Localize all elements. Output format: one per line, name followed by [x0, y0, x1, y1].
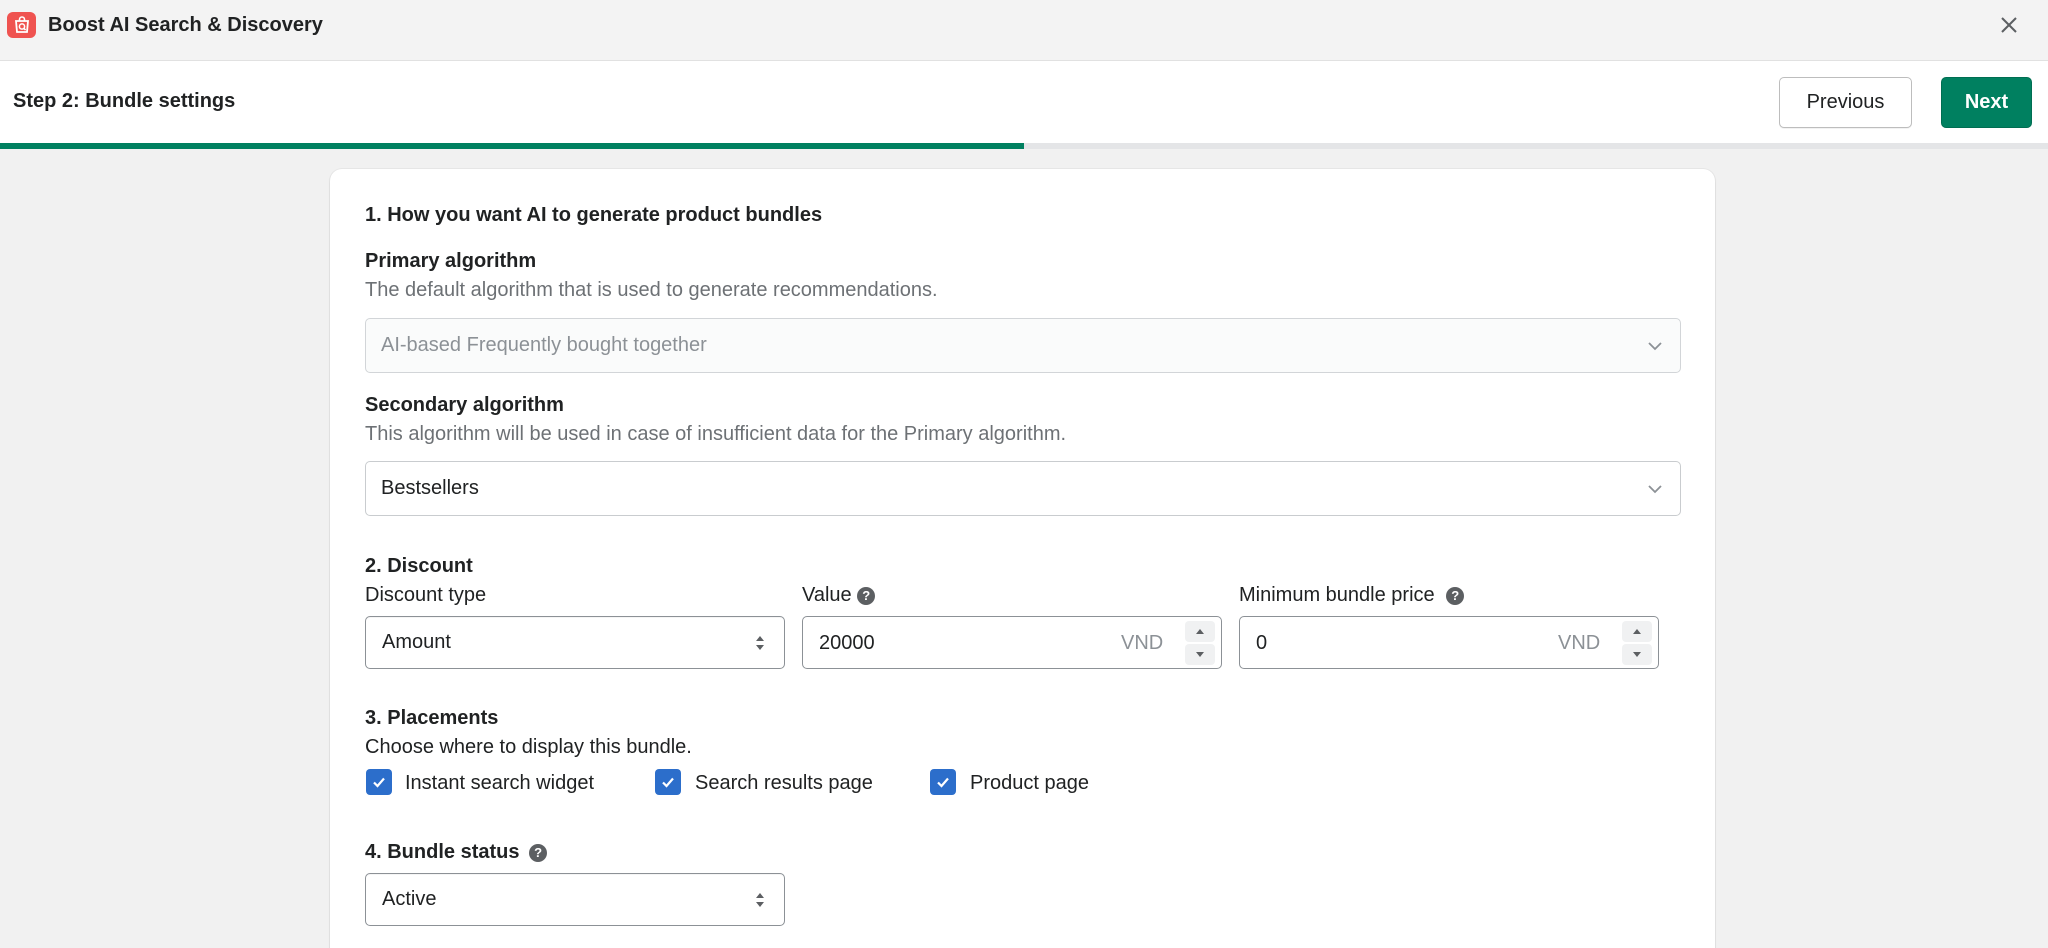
- app-titlebar: Boost AI Search & Discovery: [0, 0, 2048, 61]
- chevron-down-icon: [1648, 485, 1662, 494]
- decrement-icon[interactable]: [1622, 644, 1652, 665]
- step-title: Step 2: Bundle settings: [13, 90, 236, 112]
- discount-value-suffix: VND: [1121, 632, 1164, 654]
- increment-icon[interactable]: [1622, 621, 1652, 642]
- progress-fill: [0, 143, 1024, 149]
- primary-algorithm-help: The default algorithm that is used to ge…: [365, 279, 938, 301]
- checkbox-instant-search-widget[interactable]: [366, 769, 392, 795]
- min-price-label-row: Minimum bundle price ?: [1239, 584, 1465, 607]
- section-heading-placements: 3. Placements: [365, 707, 499, 729]
- checkmark-icon: [937, 777, 949, 788]
- value-label-row: Value ?: [802, 584, 876, 607]
- discount-type-select[interactable]: Amount: [365, 616, 785, 669]
- min-bundle-price-input[interactable]: 0 VND: [1239, 616, 1659, 669]
- secondary-algorithm-value: Bestsellers: [381, 477, 479, 499]
- discount-value-input[interactable]: 20000 VND: [802, 616, 1222, 669]
- increment-icon[interactable]: [1185, 621, 1215, 642]
- help-icon[interactable]: ?: [529, 843, 548, 862]
- app-title: Boost AI Search & Discovery: [48, 14, 323, 36]
- product-page-label[interactable]: Product page: [970, 772, 1089, 795]
- placements-help: Choose where to display this bundle.: [365, 736, 692, 758]
- step-header: Step 2: Bundle settings Previous Next: [0, 61, 2048, 144]
- instant-search-widget-label[interactable]: Instant search widget: [405, 772, 594, 795]
- help-icon[interactable]: ?: [1446, 586, 1465, 605]
- progress-bar: [0, 143, 2048, 149]
- discount-type-label: Discount type: [365, 584, 487, 606]
- help-icon[interactable]: ?: [857, 586, 876, 605]
- previous-button[interactable]: Previous: [1779, 77, 1912, 128]
- bundle-status-heading-row: 4. Bundle status ?: [365, 841, 548, 864]
- checkmark-icon: [662, 777, 674, 788]
- checkbox-product-page[interactable]: [930, 769, 956, 795]
- search-bag-icon: [7, 12, 36, 38]
- value-label: Value: [802, 584, 852, 606]
- secondary-algorithm-label: Secondary algorithm: [365, 394, 564, 416]
- discount-type-value: Amount: [382, 631, 451, 653]
- number-stepper: [1622, 621, 1652, 665]
- close-icon[interactable]: [1996, 12, 2022, 38]
- decrement-icon[interactable]: [1185, 644, 1215, 665]
- min-price-label: Minimum bundle price: [1239, 584, 1435, 606]
- bundle-status-select[interactable]: Active: [365, 873, 785, 926]
- discount-value: 20000: [819, 632, 875, 654]
- min-price-value: 0: [1256, 632, 1268, 654]
- search-results-page-label[interactable]: Search results page: [695, 772, 873, 795]
- bundle-status-value: Active: [382, 888, 437, 910]
- chevron-down-icon: [1648, 342, 1662, 351]
- min-price-suffix: VND: [1558, 632, 1601, 654]
- secondary-algorithm-select[interactable]: Bestsellers: [365, 461, 1681, 516]
- section-heading-discount: 2. Discount: [365, 555, 473, 577]
- primary-algorithm-label: Primary algorithm: [365, 250, 537, 272]
- select-arrows-icon: [756, 636, 764, 650]
- checkbox-search-results-page[interactable]: [655, 769, 681, 795]
- secondary-algorithm-help: This algorithm will be used in case of i…: [365, 423, 1067, 445]
- select-arrows-icon: [756, 893, 764, 907]
- primary-algorithm-select: AI-based Frequently bought together: [365, 318, 1681, 373]
- checkmark-icon: [373, 777, 385, 788]
- next-button[interactable]: Next: [1941, 77, 2032, 128]
- section-heading-ai-generation: 1. How you want AI to generate product b…: [365, 204, 823, 226]
- primary-algorithm-value: AI-based Frequently bought together: [381, 334, 707, 356]
- number-stepper: [1185, 621, 1215, 665]
- section-heading-bundle-status: 4. Bundle status: [365, 841, 520, 863]
- bundle-settings-card: 1. How you want AI to generate product b…: [330, 169, 1715, 948]
